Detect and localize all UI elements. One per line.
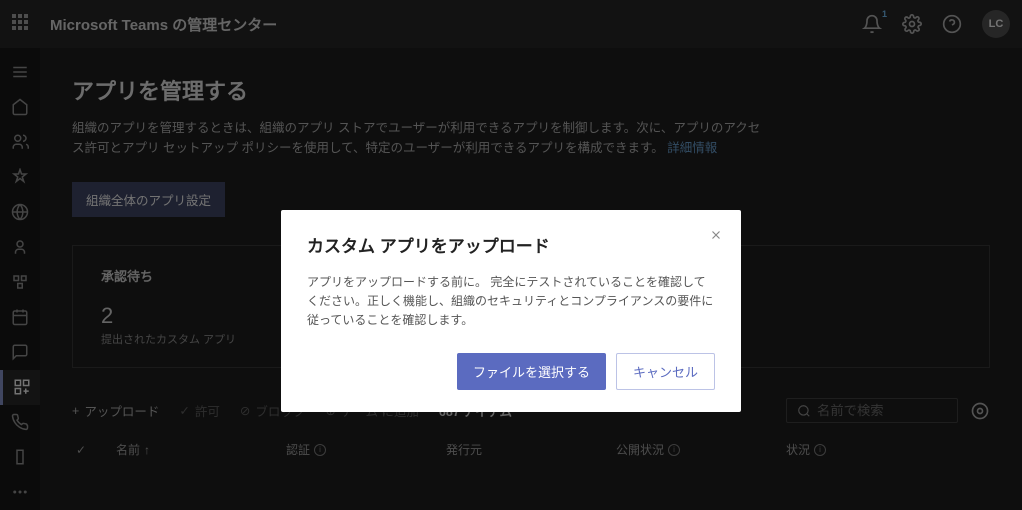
- modal-overlay[interactable]: カスタム アプリをアップロード アプリをアップロードする前に。 完全にテストされ…: [0, 0, 1022, 510]
- modal-body: アプリをアップロードする前に。 完全にテストされていることを確認してください。正…: [307, 273, 715, 331]
- close-icon[interactable]: [705, 224, 727, 246]
- modal-title: カスタム アプリをアップロード: [307, 232, 715, 257]
- select-file-button[interactable]: ファイルを選択する: [457, 353, 606, 390]
- cancel-button[interactable]: キャンセル: [616, 353, 715, 390]
- upload-modal: カスタム アプリをアップロード アプリをアップロードする前に。 完全にテストされ…: [281, 210, 741, 412]
